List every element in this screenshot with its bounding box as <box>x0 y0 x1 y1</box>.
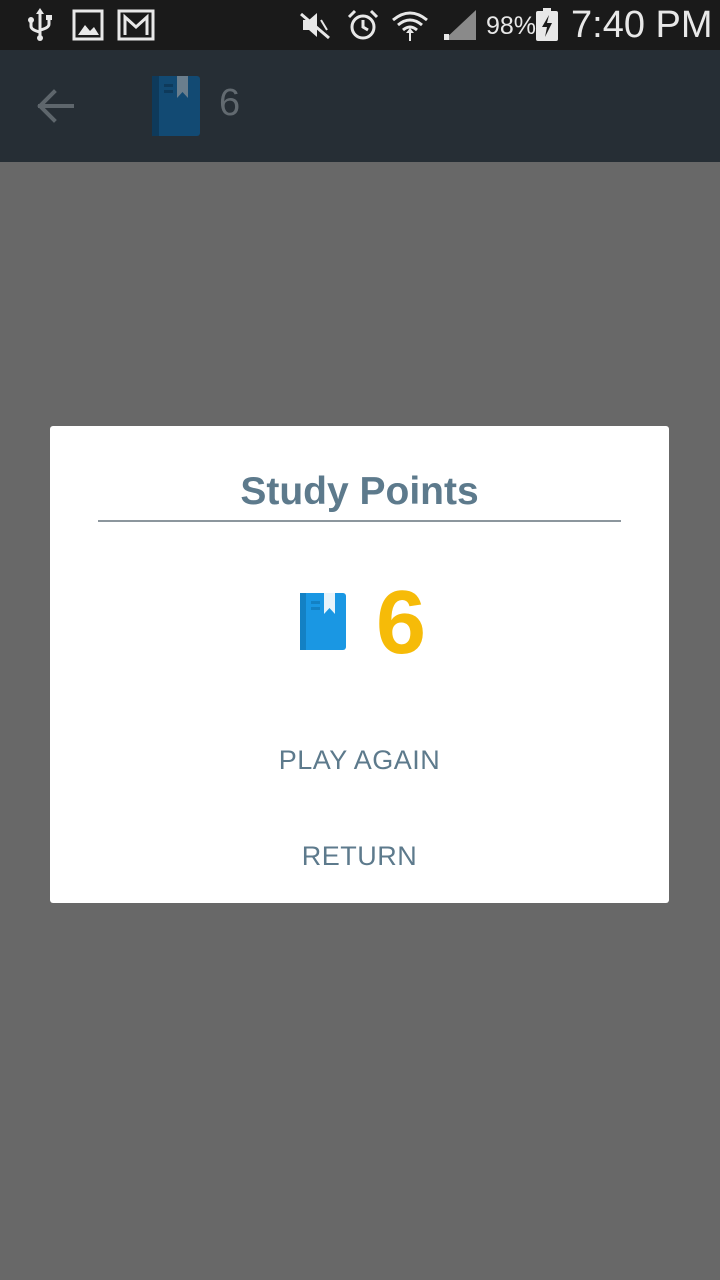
battery-charging-icon <box>536 8 558 41</box>
app-bar-points: 6 <box>219 82 241 124</box>
usb-icon <box>28 8 52 41</box>
study-points-dialog: Study Points 6 PLAY AGAIN RETURN <box>50 426 669 903</box>
book-icon <box>152 76 200 136</box>
dialog-title: Study Points <box>98 470 621 522</box>
mute-icon <box>300 12 330 40</box>
image-icon <box>72 9 104 41</box>
app-bar: 6 <box>0 50 720 162</box>
wifi-icon <box>392 11 428 41</box>
gmail-icon <box>117 9 155 41</box>
book-icon <box>300 593 346 650</box>
status-clock: 7:40 PM <box>571 4 713 46</box>
arrow-back-icon[interactable] <box>34 86 78 126</box>
play-again-button[interactable]: PLAY AGAIN <box>50 730 669 790</box>
battery-percent: 98% <box>486 12 537 40</box>
points-value: 6 <box>376 573 427 673</box>
status-bar: 98% 7:40 PM <box>0 0 720 50</box>
return-button[interactable]: RETURN <box>50 826 669 886</box>
alarm-icon <box>347 9 379 40</box>
signal-icon <box>444 10 476 40</box>
